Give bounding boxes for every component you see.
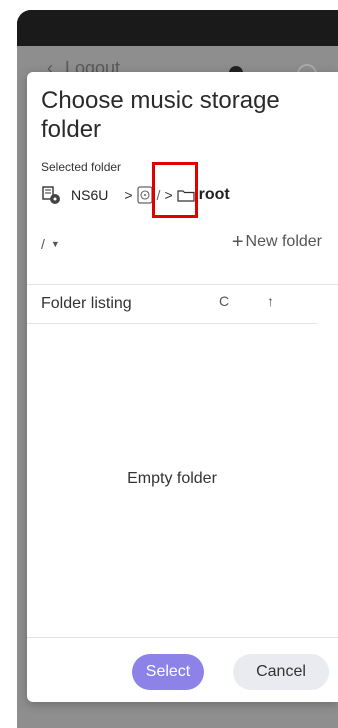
volume-icon [136, 186, 153, 204]
dialog-title: Choose music storage folder [41, 87, 280, 143]
device-icon [42, 186, 60, 204]
breadcrumb-device[interactable]: NS6U [71, 187, 108, 203]
caret-down-icon: ▼ [50, 239, 60, 249]
path-select[interactable]: / ▼ [41, 236, 60, 252]
folder-chooser-dialog: Choose music storage folder Selected fol… [27, 72, 338, 702]
chevron-right-icon: > [124, 187, 133, 203]
cancel-button[interactable]: Cancel [233, 654, 329, 690]
path-select-value: / [41, 236, 45, 252]
refresh-icon[interactable]: C [219, 293, 229, 309]
select-button[interactable]: Select [132, 654, 204, 690]
breadcrumb-volume[interactable]: / [136, 186, 161, 204]
new-folder-button[interactable]: + New folder [232, 232, 322, 252]
folder-icon [177, 189, 195, 202]
arrow-up-icon[interactable]: ↑ [267, 293, 274, 309]
listing-header: Folder listing C ↑ [27, 285, 317, 324]
breadcrumb-root[interactable]: root [177, 186, 230, 204]
breadcrumb-root-label: root [198, 186, 230, 203]
listing-title: Folder listing [41, 295, 132, 312]
breadcrumb-volume-path: / [156, 187, 161, 203]
breadcrumb: NS6U > / > root [41, 182, 230, 208]
status-bar [17, 10, 338, 46]
plus-icon: + [231, 231, 244, 253]
empty-folder-message: Empty folder [127, 470, 217, 487]
chevron-right-icon: > [164, 187, 173, 203]
selected-folder-label: Selected folder [41, 160, 122, 174]
divider [27, 637, 338, 638]
new-folder-label: New folder [245, 233, 322, 250]
